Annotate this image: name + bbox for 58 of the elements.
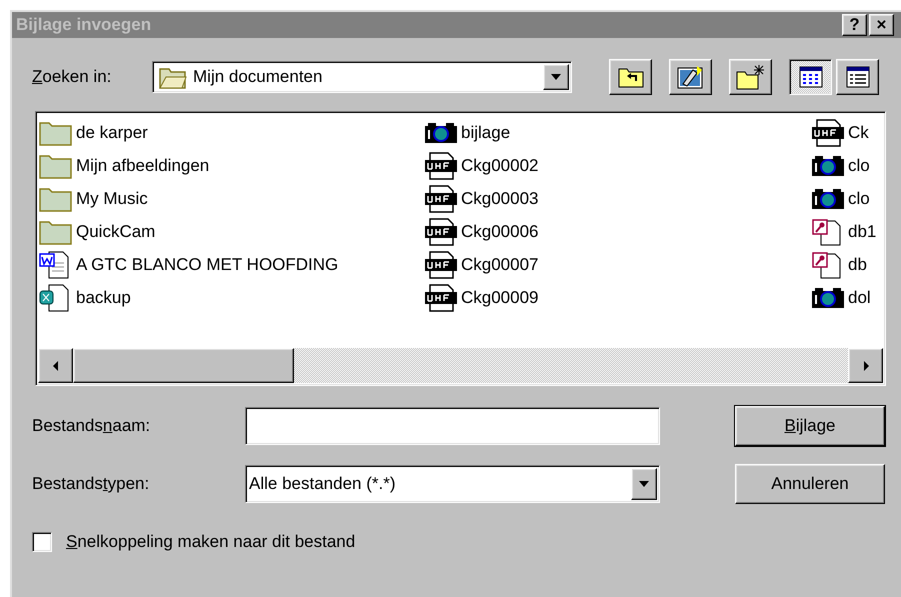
shortcut-checkbox[interactable] [32, 532, 52, 552]
folder-icon [39, 152, 73, 178]
up-button[interactable] [609, 59, 652, 95]
document-icon [424, 218, 458, 246]
camera-icon [811, 186, 845, 210]
file-item[interactable]: backup [39, 281, 424, 314]
file-name-label: Bestandsnaam: [32, 416, 152, 436]
window-title: Bijlage invoegen [16, 15, 152, 35]
file-item[interactable]: Mijn afbeeldingen [39, 149, 424, 182]
file-item[interactable]: Ckg00002 [424, 149, 811, 182]
folder-icon [39, 218, 73, 244]
file-item[interactable]: My Music [39, 182, 424, 215]
desktop-icon [676, 64, 704, 90]
document-icon [424, 284, 458, 312]
up-folder-icon [618, 66, 644, 88]
look-in-dropdown[interactable]: Mijn documenten [152, 61, 572, 93]
desktop-button[interactable] [669, 59, 712, 95]
file-item[interactable]: bijlage [424, 116, 811, 149]
new-folder-icon [736, 64, 766, 90]
folder-icon [39, 120, 73, 146]
file-item[interactable]: A GTC BLANCO MET HOOFDING [39, 248, 424, 281]
file-name-field[interactable] [245, 407, 660, 445]
file-item[interactable]: db1 [811, 215, 885, 248]
camera-icon [811, 154, 845, 178]
document-icon [811, 118, 845, 146]
file-item[interactable]: dol [811, 281, 885, 314]
details-view-icon [846, 66, 870, 88]
file-item[interactable]: Ckg00007 [424, 248, 811, 281]
file-item[interactable]: clo [811, 149, 885, 182]
list-view-icon [798, 66, 822, 88]
help-button[interactable]: ? [842, 14, 867, 36]
file-type-dropdown[interactable]: Alle bestanden (*.*) [245, 465, 660, 503]
shortcut-label: Snelkoppeling maken naar dit bestand [66, 532, 356, 552]
camera-icon [811, 286, 845, 310]
folder-icon [39, 186, 73, 212]
look-in-label: Zoeken in: [32, 67, 112, 87]
file-item[interactable]: Ckg00009 [424, 281, 811, 314]
scroll-right-button[interactable] [848, 348, 883, 383]
scroll-left-button[interactable] [38, 348, 73, 383]
list-view-button[interactable] [789, 59, 832, 95]
attach-button[interactable]: Bijlage [735, 406, 885, 446]
file-type-label: Bestandstypen: [32, 474, 150, 494]
cancel-button[interactable]: Annuleren [735, 464, 885, 504]
camera-icon [424, 120, 458, 144]
file-item[interactable]: QuickCam [39, 215, 424, 248]
details-view-button[interactable] [836, 59, 879, 95]
document-icon [424, 250, 458, 278]
file-item[interactable]: Ck [811, 116, 885, 149]
file-item[interactable]: Ckg00003 [424, 182, 811, 215]
document-icon [424, 152, 458, 180]
file-item[interactable]: db [811, 248, 885, 281]
document-icon [424, 184, 458, 212]
close-button[interactable]: × [869, 14, 894, 36]
file-item[interactable]: de karper [39, 116, 424, 149]
file-item[interactable]: Ckg00006 [424, 215, 811, 248]
new-folder-button[interactable] [729, 59, 772, 95]
file-item[interactable]: clo [811, 182, 885, 215]
scrollbar-thumb[interactable] [73, 348, 294, 383]
